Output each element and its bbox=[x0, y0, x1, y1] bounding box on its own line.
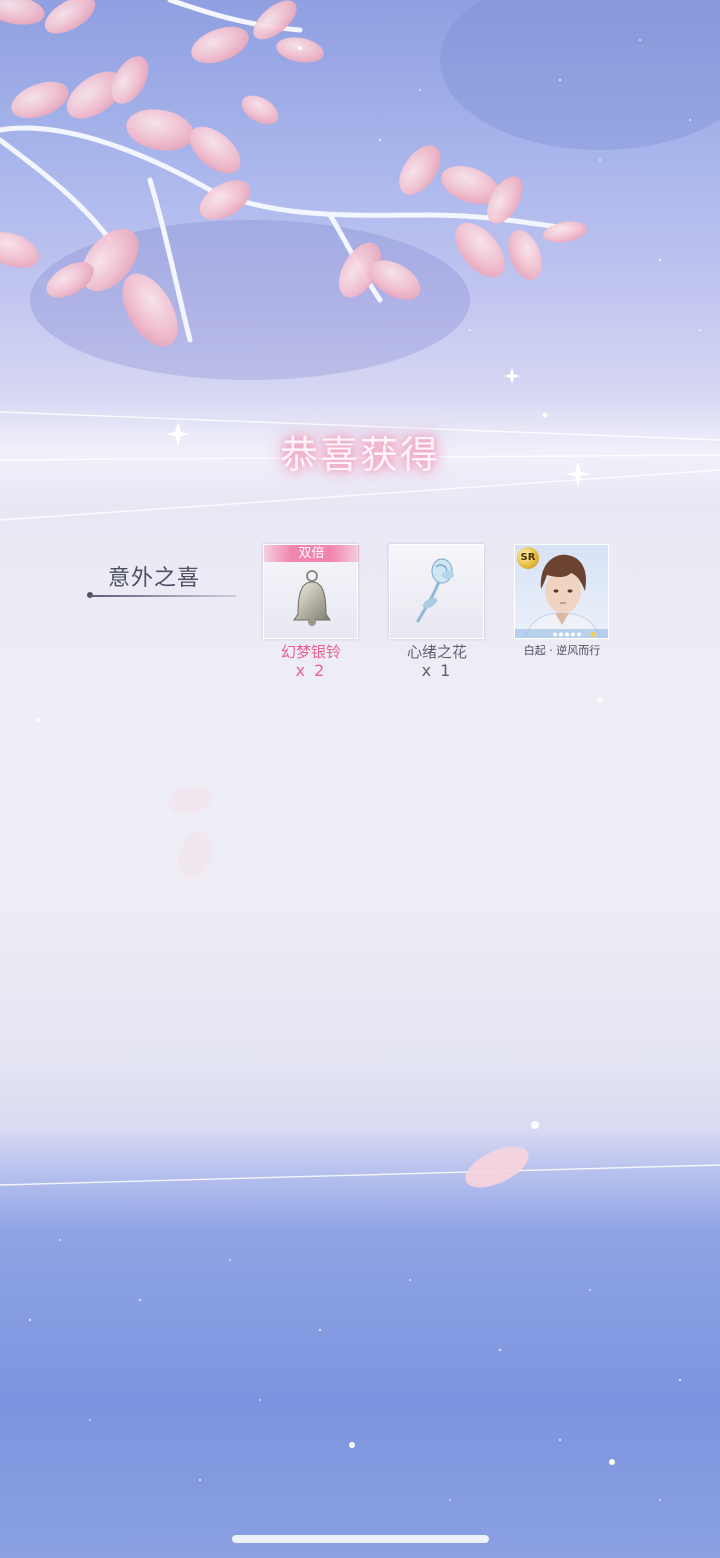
section-divider bbox=[90, 595, 236, 597]
section-label: 意外之喜 bbox=[108, 566, 201, 591]
reward-quantity: x 2 bbox=[295, 661, 327, 680]
double-badge: 双倍 bbox=[264, 545, 359, 562]
reward-name: 心绪之花 bbox=[406, 643, 467, 661]
reward-card-blue-rose[interactable] bbox=[389, 544, 484, 639]
reward-name: 幻梦银铃 bbox=[280, 643, 341, 661]
reward-quantity: x 1 bbox=[421, 661, 453, 680]
silver-bell-icon bbox=[293, 570, 331, 626]
character-card-caption: 白起 · 逆风而行 bbox=[523, 644, 601, 657]
page-title: 恭喜获得 bbox=[279, 433, 440, 477]
reward-card-character[interactable]: SR bbox=[514, 544, 609, 639]
home-indicator[interactable] bbox=[232, 1535, 489, 1543]
blue-rose-icon bbox=[416, 558, 454, 623]
background-scenery bbox=[0, 0, 720, 1501]
reward-card-silver-bell[interactable]: 双倍 bbox=[263, 544, 359, 639]
rarity-badge: SR bbox=[517, 547, 539, 569]
